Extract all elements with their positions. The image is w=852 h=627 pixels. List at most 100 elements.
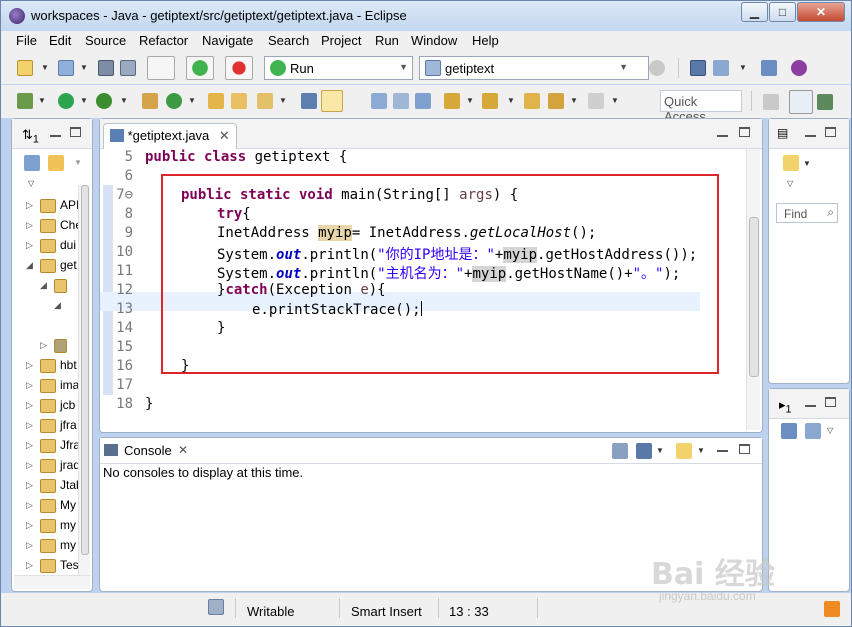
view-menu-icon[interactable]: ▽ bbox=[787, 179, 793, 188]
debug-icon[interactable] bbox=[17, 93, 33, 109]
run-icon[interactable] bbox=[186, 56, 214, 80]
close-button[interactable]: ✕ bbox=[797, 2, 845, 22]
new-class-dropdown-icon[interactable]: ▼ bbox=[188, 96, 196, 105]
stop-icon[interactable] bbox=[225, 56, 253, 80]
tree-item-label: get bbox=[60, 258, 77, 272]
save-icon[interactable] bbox=[98, 60, 114, 76]
close-tab-icon[interactable]: ✕ bbox=[219, 128, 230, 143]
pin-icon[interactable] bbox=[761, 60, 777, 76]
package-explorer-hscrollbar[interactable] bbox=[14, 575, 90, 589]
menu-navigate[interactable]: Navigate bbox=[202, 33, 253, 48]
task-list-tab[interactable]: ▸1 bbox=[779, 397, 792, 416]
project-icon bbox=[425, 60, 441, 76]
minimize-console-button[interactable] bbox=[717, 450, 728, 452]
prev-edit-dropdown-icon[interactable]: ▼ bbox=[507, 96, 515, 105]
display-console-icon[interactable] bbox=[636, 443, 652, 459]
show-whitespace-icon[interactable] bbox=[415, 93, 431, 109]
coverage-icon[interactable] bbox=[96, 93, 112, 109]
menu-edit[interactable]: Edit bbox=[49, 33, 71, 48]
find-input[interactable]: Find ⌕ bbox=[776, 203, 838, 223]
new-task-dropdown-icon[interactable]: ▼ bbox=[803, 159, 811, 168]
menu-source[interactable]: Source bbox=[85, 33, 126, 48]
filter-icon[interactable] bbox=[805, 423, 821, 439]
new-icon[interactable] bbox=[17, 60, 33, 76]
new-type-icon[interactable] bbox=[58, 60, 74, 76]
menu-file[interactable]: File bbox=[16, 33, 37, 48]
quick-access-input[interactable]: Quick Access bbox=[660, 90, 742, 124]
gear-icon[interactable] bbox=[649, 60, 665, 76]
outline-tab-icon[interactable]: ▤ bbox=[777, 126, 788, 140]
menu-project[interactable]: Project bbox=[321, 33, 361, 48]
forward-icon[interactable] bbox=[588, 93, 604, 109]
maximize-button[interactable]: □ bbox=[769, 2, 796, 22]
maximize-view-button[interactable] bbox=[70, 127, 81, 137]
run-as-icon[interactable] bbox=[58, 93, 74, 109]
open-console-icon[interactable] bbox=[676, 443, 692, 459]
minimize-editor-button[interactable] bbox=[717, 135, 728, 137]
watermark-logo: Bai 经验 bbox=[651, 557, 775, 592]
project-select[interactable]: getiptext ▼ bbox=[419, 56, 649, 80]
save-all-icon[interactable] bbox=[120, 60, 136, 76]
help-icon[interactable] bbox=[791, 60, 807, 76]
new-type-dropdown-icon[interactable]: ▼ bbox=[80, 63, 88, 72]
package-explorer-scrollbar[interactable] bbox=[78, 185, 90, 589]
open-folder-icon[interactable] bbox=[231, 93, 247, 109]
scrollbar-thumb[interactable] bbox=[81, 185, 89, 555]
minimize-view-button[interactable] bbox=[805, 135, 816, 137]
minimize-view-button[interactable] bbox=[50, 135, 61, 137]
perspective-icon[interactable] bbox=[713, 60, 729, 76]
menu-window[interactable]: Window bbox=[411, 33, 457, 48]
scrollbar-thumb[interactable] bbox=[749, 217, 759, 377]
new-class-icon[interactable] bbox=[166, 93, 182, 109]
menu-search[interactable]: Search bbox=[268, 33, 309, 48]
debug-dropdown-icon[interactable]: ▼ bbox=[38, 96, 46, 105]
rss-icon[interactable] bbox=[824, 601, 840, 617]
back-dropdown-icon[interactable]: ▼ bbox=[570, 96, 578, 105]
search-dropdown-icon[interactable]: ▼ bbox=[279, 96, 287, 105]
editor-tab[interactable]: *getiptext.java ✕ bbox=[103, 123, 237, 149]
open-type-icon[interactable] bbox=[208, 93, 224, 109]
forward-dropdown-icon[interactable]: ▼ bbox=[611, 96, 619, 105]
run-as-dropdown-icon[interactable]: ▼ bbox=[80, 96, 88, 105]
maximize-console-button[interactable] bbox=[739, 444, 750, 454]
console-tab-label[interactable]: Console bbox=[124, 443, 172, 458]
package-explorer-tab[interactable]: ⇅1 bbox=[22, 127, 39, 146]
editor-scrollbar[interactable] bbox=[746, 149, 760, 430]
java-perspective-icon[interactable] bbox=[789, 90, 813, 114]
maximize-view-button[interactable] bbox=[825, 127, 836, 137]
coverage-dropdown-icon[interactable]: ▼ bbox=[120, 96, 128, 105]
minimize-button[interactable]: ▁ bbox=[741, 2, 768, 22]
maximize-view-button[interactable] bbox=[825, 397, 836, 407]
run-configuration-select[interactable]: Run ▼ bbox=[264, 56, 413, 80]
menu-help[interactable]: Help bbox=[472, 33, 499, 48]
next-edit-dropdown-icon[interactable]: ▼ bbox=[466, 96, 474, 105]
new-task-icon[interactable] bbox=[783, 155, 799, 171]
open-console-dropdown-icon[interactable]: ▼ bbox=[697, 446, 705, 455]
new-dropdown-icon[interactable]: ▼ bbox=[41, 63, 49, 72]
menu-refactor[interactable]: Refactor bbox=[139, 33, 188, 48]
next-annotation-icon[interactable] bbox=[371, 93, 387, 109]
last-edit-icon[interactable] bbox=[524, 93, 540, 109]
open-perspective-icon[interactable] bbox=[763, 94, 779, 110]
display-console-dropdown-icon[interactable]: ▼ bbox=[656, 446, 664, 455]
pin-console-icon[interactable] bbox=[612, 443, 628, 459]
close-tab-icon[interactable]: ✕ bbox=[178, 443, 188, 457]
tree-item-label: my bbox=[60, 518, 76, 532]
highlight-icon[interactable] bbox=[321, 90, 343, 112]
toggle-markers-icon[interactable] bbox=[301, 93, 317, 109]
categorize-icon[interactable] bbox=[781, 423, 797, 439]
search-icon[interactable] bbox=[257, 93, 273, 109]
perspective-dropdown-icon[interactable]: ▼ bbox=[739, 63, 747, 72]
menu-run[interactable]: Run bbox=[375, 33, 399, 48]
back-icon[interactable] bbox=[548, 93, 564, 109]
prev-annotation-icon[interactable] bbox=[393, 93, 409, 109]
debug-perspective-icon[interactable] bbox=[817, 94, 833, 110]
console-view-icon[interactable] bbox=[690, 60, 706, 76]
next-edit-icon[interactable] bbox=[444, 93, 460, 109]
maximize-editor-button[interactable] bbox=[739, 127, 750, 137]
minimize-view-button[interactable] bbox=[805, 405, 816, 407]
view-menu-icon[interactable]: ▽ bbox=[827, 426, 833, 435]
prev-edit-icon[interactable] bbox=[482, 93, 498, 109]
build-icon[interactable] bbox=[147, 56, 175, 80]
new-package-icon[interactable] bbox=[142, 93, 158, 109]
